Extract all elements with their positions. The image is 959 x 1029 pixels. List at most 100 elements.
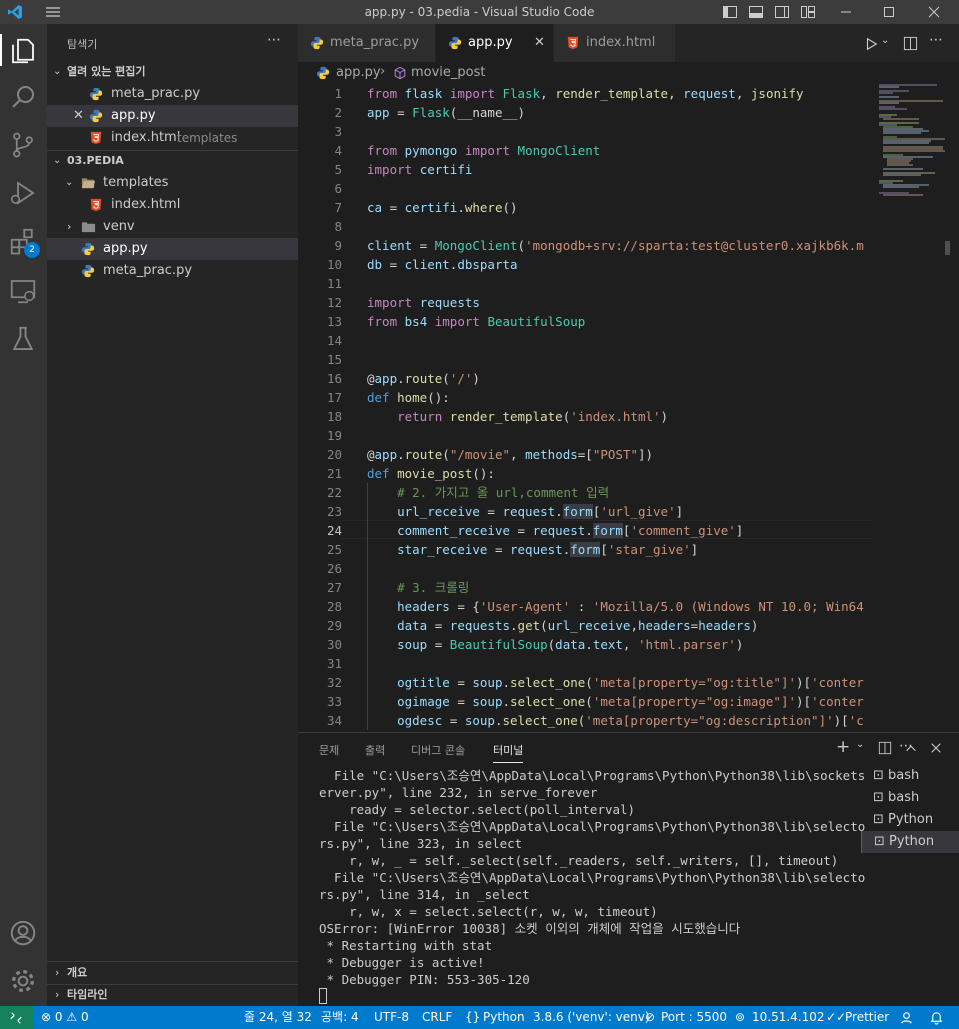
terminal-instance[interactable]: ⊡ Python <box>861 809 959 831</box>
tab-problems[interactable]: 문제 <box>319 742 339 758</box>
close-tab-icon[interactable]: ✕ <box>534 24 545 62</box>
open-editor-meta-prac[interactable]: meta_prac.py <box>47 83 298 105</box>
line-number: 30 <box>326 637 342 652</box>
tab-output[interactable]: 출력 <box>365 742 385 758</box>
terminal-line: File "C:\Users\조승연\AppData\Local\Program… <box>319 768 866 783</box>
timeline-section[interactable]: › 타임라인 <box>47 984 298 1006</box>
code-editor[interactable]: 1 2 3 4 5 6 7 8 9 10 11 12 13 14 15 16 17 18 19 20 21 22 23 24 2… <box>298 84 959 732</box>
tree-item-index-html[interactable]: index.html <box>47 194 298 216</box>
project-section[interactable]: ⌄ 03.PEDIA <box>47 150 298 172</box>
python-file-icon <box>81 264 95 278</box>
python-interpreter[interactable]: 3.8.6 ('venv': venv) <box>533 1006 650 1029</box>
line-number: 28 <box>326 599 342 614</box>
indent-guide <box>367 711 368 730</box>
minimap[interactable] <box>873 84 950 732</box>
end-of-line[interactable]: CRLF <box>422 1006 452 1029</box>
toggle-panel-icon[interactable] <box>748 4 764 20</box>
terminal-line: erver.py", line 232, in serve_forever <box>319 785 598 800</box>
tab-index-html[interactable]: index.html <box>554 24 676 62</box>
tab-meta-prac[interactable]: meta_prac.py <box>298 24 436 62</box>
terminal-line: * Restarting with stat <box>319 938 493 953</box>
terminal-instance[interactable]: ⊡ Python <box>861 831 959 853</box>
minimap-slider[interactable] <box>945 241 950 255</box>
tree-item-meta-prac[interactable]: meta_prac.py <box>47 260 298 282</box>
customize-layout-icon[interactable] <box>800 4 816 20</box>
tree-item-venv[interactable]: › venv <box>47 216 298 238</box>
chevron-down-icon[interactable]: ⌄ <box>881 35 889 46</box>
open-editor-index[interactable]: index.html templates <box>47 127 298 149</box>
toggle-sidebar-icon[interactable] <box>722 4 738 20</box>
tree-item-app-py[interactable]: app.py <box>47 238 298 260</box>
run-debug-icon[interactable] <box>8 178 38 208</box>
more-actions-icon[interactable]: ⋯ <box>929 32 943 48</box>
code-line: import requests <box>367 295 480 310</box>
line-number: 27 <box>326 580 342 595</box>
timeline-title: 타임라인 <box>67 988 108 1001</box>
terminal-instance[interactable]: ⊡ bash <box>861 765 959 787</box>
split-terminal-icon[interactable] <box>878 741 892 755</box>
close-editor-icon[interactable]: ✕ <box>73 105 84 127</box>
outline-section[interactable]: › 개요 <box>47 962 298 984</box>
language-mode[interactable]: Python <box>483 1006 525 1029</box>
live-server-port[interactable]: Port : 5500 <box>661 1006 727 1029</box>
cursor-position[interactable]: 줄 24, 열 32 <box>244 1006 312 1029</box>
notifications-bell-icon[interactable] <box>929 1010 944 1025</box>
code-line: client = MongoClient('mongodb+srv://spar… <box>367 238 864 253</box>
open-editors-title: 열려 있는 편집기 <box>67 65 146 78</box>
settings-gear-icon[interactable] <box>8 966 38 996</box>
split-editor-icon[interactable] <box>903 36 918 51</box>
explorer-header: 탐색기 <box>67 38 98 51</box>
maximize-panel-icon[interactable] <box>904 741 918 755</box>
indentation[interactable]: 공백: 4 <box>321 1006 359 1029</box>
minimize-icon[interactable] <box>838 4 854 20</box>
explorer-icon[interactable] <box>8 36 38 66</box>
problems-summary[interactable]: ⊗ 0 ⚠ 0 <box>41 1006 89 1029</box>
code-line: ogdesc = soup.select_one('meta[property=… <box>397 713 864 728</box>
remote-indicator[interactable] <box>0 1006 33 1029</box>
encoding[interactable]: UTF-8 <box>374 1006 409 1029</box>
account-feedback-icon[interactable] <box>899 1010 914 1025</box>
open-editors-section[interactable]: ⌄ 열려 있는 편집기 <box>47 61 298 83</box>
code-line: # 2. 가지고 올 url,comment 입력 <box>397 485 610 500</box>
remote-explorer-icon[interactable] <box>8 276 38 306</box>
breadcrumb-symbol[interactable]: movie_post <box>411 65 486 80</box>
open-editor-app[interactable]: ✕ app.py <box>47 105 298 127</box>
breadcrumb-file[interactable]: app.py <box>336 65 381 80</box>
terminal-line: File "C:\Users\조승연\AppData\Local\Program… <box>319 819 866 834</box>
close-panel-icon[interactable] <box>929 741 943 755</box>
testing-icon[interactable] <box>8 324 38 354</box>
tree-item-templates[interactable]: ⌄ templates <box>47 172 298 194</box>
tab-terminal[interactable]: 터미널 <box>493 742 524 763</box>
line-number: 5 <box>334 162 342 177</box>
code-line: ogimage = soup.select_one('meta[property… <box>397 694 864 709</box>
terminal-line: rs.py", line 314, in _select <box>319 887 530 902</box>
line-number: 25 <box>326 542 342 557</box>
terminal-instance[interactable]: ⊡ bash <box>861 787 959 809</box>
line-number: 20 <box>326 447 342 462</box>
line-number: 24 <box>326 523 342 538</box>
chevron-down-icon[interactable]: ⌄ <box>856 739 864 750</box>
close-window-icon[interactable] <box>926 4 942 20</box>
chevron-right-icon: › <box>67 220 72 233</box>
toggle-secondary-sidebar-icon[interactable] <box>774 4 790 20</box>
source-control-icon[interactable] <box>8 130 38 160</box>
search-icon[interactable] <box>8 82 38 112</box>
terminal-icon: ⊡ <box>873 812 889 827</box>
new-terminal-icon[interactable]: + <box>836 737 850 757</box>
tab-debug-console[interactable]: 디버그 콘솔 <box>411 742 465 758</box>
chevron-down-icon: ⌄ <box>65 177 74 188</box>
run-file-icon[interactable] <box>864 37 878 51</box>
code-line: @app.route('/') <box>367 371 480 386</box>
folder-open-icon <box>81 178 96 189</box>
more-actions-icon[interactable]: ⋯ <box>267 32 281 48</box>
tab-app-py[interactable]: app.py ✕ <box>436 24 554 62</box>
project-title: 03.PEDIA <box>67 154 124 167</box>
line-number: 8 <box>334 219 342 234</box>
accounts-icon[interactable] <box>8 918 38 948</box>
network-address[interactable]: 10.51.4.102 <box>752 1006 825 1029</box>
no-entry-icon: ⊘ <box>645 1010 656 1024</box>
prettier-status[interactable]: Prettier <box>845 1006 889 1029</box>
code-line: return render_template('index.html') <box>397 409 669 424</box>
maximize-icon[interactable] <box>881 4 897 20</box>
